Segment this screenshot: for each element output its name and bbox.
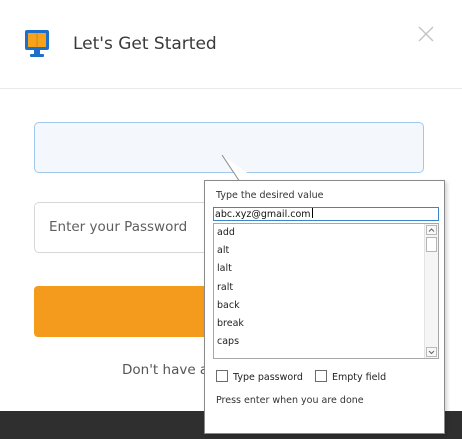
key-listbox[interactable]: add alt lalt ralt back break caps [213, 223, 439, 359]
type-password-option[interactable]: Type password [216, 370, 303, 384]
arrow-up-icon [428, 228, 435, 232]
header-divider [0, 88, 462, 89]
list-item[interactable]: ralt [214, 279, 424, 297]
list-item[interactable]: add [214, 224, 424, 242]
empty-field-label: Empty field [332, 372, 387, 383]
value-picker-popup: Type the desired value abc.xyz@gmail.com… [204, 180, 445, 434]
scroll-thumb[interactable] [426, 237, 437, 252]
list-items: add alt lalt ralt back break caps [214, 224, 424, 351]
email-field[interactable] [34, 122, 424, 173]
list-item[interactable]: back [214, 297, 424, 315]
list-scrollbar[interactable] [424, 224, 438, 358]
type-password-checkbox[interactable] [216, 370, 228, 382]
list-item[interactable]: alt [214, 242, 424, 260]
scroll-up-button[interactable] [426, 225, 437, 235]
list-item[interactable]: lalt [214, 260, 424, 278]
signup-prompt: Don't have a [122, 362, 204, 378]
value-input[interactable]: abc.xyz@gmail.com [213, 207, 439, 221]
value-input-text: abc.xyz@gmail.com [215, 209, 311, 220]
popup-heading: Type the desired value [216, 190, 324, 201]
popup-hint: Press enter when you are done [216, 395, 364, 406]
scroll-down-button[interactable] [426, 347, 437, 357]
text-caret [311, 208, 313, 218]
dialog-title: Let's Get Started [73, 34, 217, 54]
list-item[interactable]: caps [214, 333, 424, 351]
close-icon[interactable] [416, 24, 436, 44]
password-placeholder: Enter your Password [49, 219, 188, 235]
password-field[interactable]: Enter your Password [34, 202, 204, 253]
empty-field-checkbox[interactable] [315, 370, 327, 382]
type-password-label: Type password [233, 372, 303, 383]
empty-field-option[interactable]: Empty field [315, 370, 386, 384]
list-item[interactable]: break [214, 315, 424, 333]
get-started-button[interactable] [34, 286, 204, 337]
arrow-down-icon [428, 350, 435, 355]
dialog-header: Let's Get Started [0, 0, 462, 88]
monitor-book-icon [25, 30, 49, 57]
